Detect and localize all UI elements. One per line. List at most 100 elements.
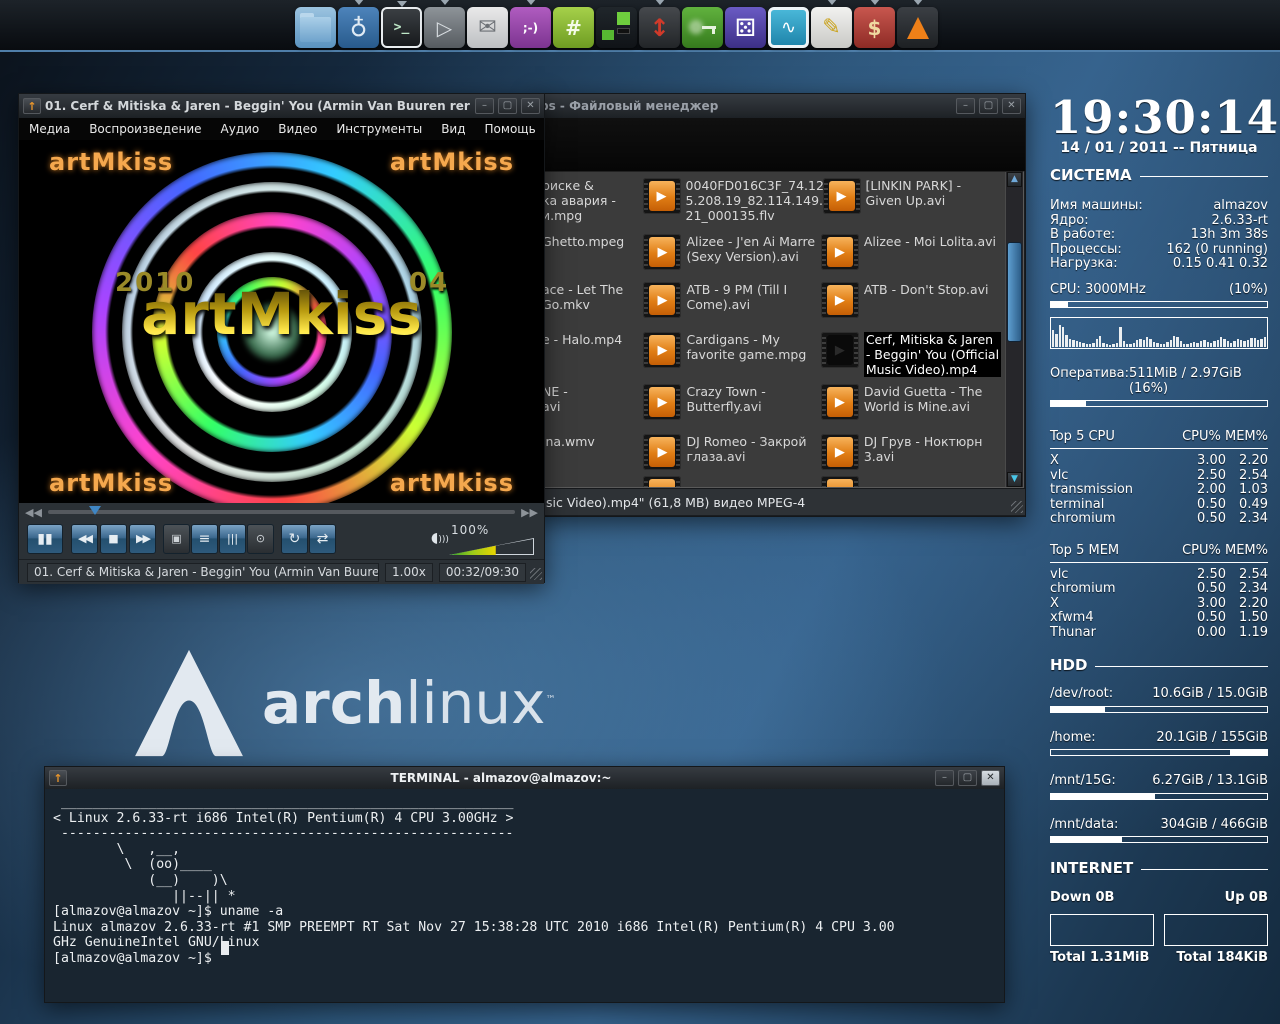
volume-fill xyxy=(449,538,496,555)
media-player-icon[interactable]: ▷ xyxy=(424,7,465,48)
menu-video[interactable]: Видео xyxy=(278,122,317,136)
previous-button[interactable]: ◀◀ xyxy=(71,524,98,554)
process-row: xfwm40.501.50 xyxy=(1050,611,1268,626)
seek-slider[interactable] xyxy=(48,510,515,514)
file-item[interactable]: ▶DJ Romeo - Закрой глаза.avi xyxy=(643,434,815,470)
text-editor-icon[interactable]: ✎ xyxy=(811,7,852,48)
file-item[interactable]: ▶Alizee - J'en Ai Marre (Sexy Version).a… xyxy=(643,234,815,270)
messenger-icon[interactable]: ;-) xyxy=(510,7,551,48)
time-display[interactable]: 00:32/09:30 xyxy=(439,563,526,582)
file-list[interactable]: риске & ка авария - и.mpg ▶0040FD016C3F_… xyxy=(537,171,1024,488)
file-item[interactable]: e - Halo.mp4 xyxy=(542,332,640,377)
close-button[interactable]: ✕ xyxy=(521,98,540,114)
resize-grip[interactable] xyxy=(1011,501,1023,513)
next-button[interactable]: ▶▶ xyxy=(129,524,156,554)
stats-blocks-icon[interactable] xyxy=(596,7,637,48)
minimize-button[interactable]: – xyxy=(956,98,975,114)
file-item[interactable]: Ghetto.mpeg xyxy=(542,234,640,270)
vlc-icon[interactable] xyxy=(897,7,938,48)
download-graph xyxy=(1050,914,1154,946)
clock: 19:30:14 xyxy=(1050,95,1268,140)
mount-row: /dev/root:10.6GiB / 15.0GiB xyxy=(1050,687,1268,702)
playlist-button[interactable]: ≡ xyxy=(191,524,218,554)
window-menu-icon[interactable]: ↑ xyxy=(23,98,41,114)
menu-tools[interactable]: Инструменты xyxy=(336,122,422,136)
snapshot-button[interactable]: ⊙ xyxy=(247,524,274,554)
maximize-button[interactable]: ▢ xyxy=(979,98,998,114)
games-dice-icon[interactable]: ⚄ xyxy=(725,7,766,48)
video-file-icon: ▶ xyxy=(643,476,681,488)
playback-rate[interactable]: 1.00x xyxy=(385,563,433,582)
vertical-scrollbar[interactable]: ▲ ▼ xyxy=(1005,172,1023,487)
file-item-selected[interactable]: ▶Cerf, Mitiska & Jaren - Beggin' You (Of… xyxy=(821,332,1003,377)
keyring-icon[interactable] xyxy=(682,7,723,48)
file-item[interactable]: ▶ xyxy=(643,476,815,488)
file-manager-titlebar[interactable]: ps - Файловый менеджер – ▢ ✕ xyxy=(536,94,1025,118)
fullscreen-button[interactable]: ▣ xyxy=(163,524,190,554)
file-item[interactable]: ▶David Guetta - The World is Mine.avi xyxy=(821,384,1003,420)
volume-slider[interactable]: 100% xyxy=(449,523,534,557)
close-button[interactable]: ✕ xyxy=(981,770,1000,786)
video-canvas[interactable]: artMkiss artMkiss artMkiss artMkiss 2010… xyxy=(19,140,544,503)
file-item[interactable]: ▶Crazy Town - Butterfly.avi xyxy=(643,384,815,420)
minimize-button[interactable]: – xyxy=(475,98,494,114)
menu-view[interactable]: Вид xyxy=(441,122,465,136)
scrollbar-thumb[interactable] xyxy=(1007,242,1022,342)
file-item[interactable]: ▶0040FD016C3F_74.12 5.208.19_82.114.149.… xyxy=(643,178,818,223)
video-file-icon: ▶ xyxy=(821,282,859,318)
scroll-up-icon[interactable]: ▲ xyxy=(1007,172,1022,187)
equalizer-button[interactable]: ||| xyxy=(219,524,246,554)
vlc-titlebar[interactable]: ↑ 01. Cerf & Mitiska & Jaren - Beggin' Y… xyxy=(19,94,544,118)
file-manager-icon[interactable] xyxy=(295,7,336,48)
wallet-icon[interactable]: $ xyxy=(854,7,895,48)
process-row: vlc2.502.54 xyxy=(1050,469,1268,484)
file-item[interactable]: ▶DJ Грув - Ноктюрн 3.avi xyxy=(821,434,1003,470)
file-item[interactable]: ▶Cardigans - My favorite game.mpg xyxy=(643,332,815,377)
close-button[interactable]: ✕ xyxy=(1002,98,1021,114)
resize-grip[interactable] xyxy=(530,568,542,580)
file-item[interactable]: ace - Let The Go.mkv xyxy=(542,282,640,318)
file-item[interactable]: риске & ка авария - и.mpg xyxy=(542,178,640,223)
system-monitor-icon[interactable]: ∿ xyxy=(768,7,809,48)
terminal-titlebar[interactable]: ↑ TERMINAL - almazov@almazov:~ – ▢ ✕ xyxy=(45,767,1004,789)
menu-media[interactable]: Медиа xyxy=(29,122,70,136)
mail-icon[interactable]: ✉ xyxy=(467,7,508,48)
scroll-down-icon[interactable]: ▼ xyxy=(1007,472,1022,487)
process-row: vlc2.502.54 xyxy=(1050,568,1268,583)
maximize-button[interactable]: ▢ xyxy=(958,770,977,786)
stop-button[interactable]: ■ xyxy=(100,524,127,554)
file-manager-statusbar: sic Video).mp4" (61,8 MB) видео MPEG-4 xyxy=(536,488,1025,515)
loop-button[interactable]: ↻ xyxy=(281,524,308,554)
video-file-icon: ▶ xyxy=(821,384,859,420)
file-item[interactable]: ina.wmv xyxy=(542,434,640,470)
vlc-statusbar: 01. Cerf & Mitiska & Jaren - Beggin' You… xyxy=(19,559,544,584)
file-item[interactable]: ▶ xyxy=(821,476,1003,488)
web-browser-icon[interactable]: ♁ xyxy=(338,7,379,48)
menu-help[interactable]: Помощь xyxy=(485,122,536,136)
art-corner-label: artMkiss xyxy=(390,148,514,176)
file-item[interactable]: ▶ATB - 9 PM (Till I Come).avi xyxy=(643,282,815,318)
menu-playback[interactable]: Воспроизведение xyxy=(89,122,201,136)
minimize-button[interactable]: – xyxy=(935,770,954,786)
sysinfo-row: Имя машины:almazov xyxy=(1050,199,1268,214)
fast-forward-icon[interactable]: ▶▶ xyxy=(521,506,538,519)
file-item[interactable]: ▶Alizee - Moi Lolita.avi xyxy=(821,234,1003,270)
menu-audio[interactable]: Аудио xyxy=(221,122,260,136)
statusbar-text: sic Video).mp4" (61,8 MB) видео MPEG-4 xyxy=(546,495,805,510)
terminal-output[interactable]: ________________________________________… xyxy=(45,789,1004,973)
transmission-icon[interactable]: ↕ xyxy=(639,7,680,48)
speaker-icon[interactable]: ◖))) xyxy=(431,530,449,546)
terminal-icon[interactable]: >_ xyxy=(381,7,422,48)
cpu-row: CPU: 3000MHz(10%) xyxy=(1050,283,1268,298)
file-item[interactable]: ▶[LINKIN PARK] - Given Up.avi xyxy=(823,178,1003,223)
rewind-icon[interactable]: ◀◀ xyxy=(25,506,42,519)
shuffle-button[interactable]: ⇄ xyxy=(309,524,336,554)
pause-button[interactable]: ▮▮ xyxy=(27,524,63,554)
irc-chat-icon[interactable]: # xyxy=(553,7,594,48)
maximize-button[interactable]: ▢ xyxy=(498,98,517,114)
window-menu-icon[interactable]: ↑ xyxy=(49,770,67,786)
mount-row: /mnt/15G:6.27GiB / 13.1GiB xyxy=(1050,774,1268,789)
file-item[interactable]: NE - avi xyxy=(542,384,640,420)
seek-thumb[interactable] xyxy=(89,506,101,515)
file-item[interactable]: ▶ATB - Don't Stop.avi xyxy=(821,282,1003,318)
